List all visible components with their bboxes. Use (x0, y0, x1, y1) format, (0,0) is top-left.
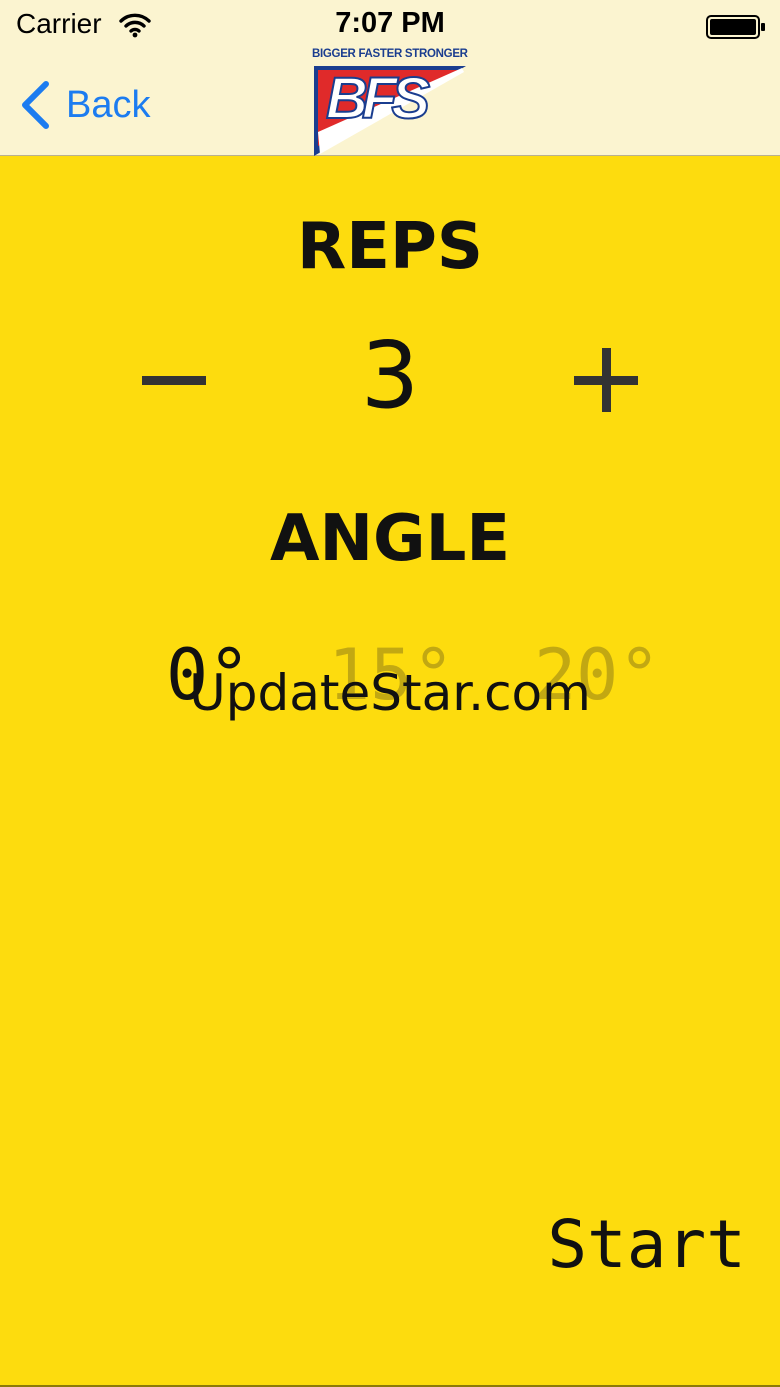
watermark-text: UpdateStar.com (189, 664, 591, 722)
back-label: Back (66, 83, 151, 126)
battery-icon (706, 15, 765, 39)
back-button[interactable]: Back (18, 78, 150, 132)
reps-title: REPS (297, 210, 483, 284)
navigation-bar: Carrier 7:07 PM Back BIGGER FASTER STRON… (0, 0, 780, 156)
angle-title: ANGLE (269, 502, 511, 576)
logo-tagline: BIGGER FASTER STRONGER (312, 48, 468, 60)
status-bar: Carrier 7:07 PM (0, 0, 780, 50)
bfs-logo: BIGGER FASTER STRONGER BFS (312, 48, 468, 158)
increment-reps-button[interactable] (566, 340, 646, 420)
logo-letters: BFS (325, 66, 431, 131)
reps-value: 3 (360, 322, 420, 429)
start-button[interactable]: Start (547, 1212, 746, 1278)
status-time: 7:07 PM (335, 7, 445, 39)
chevron-left-icon (22, 81, 49, 129)
plus-icon-vertical (602, 348, 611, 412)
